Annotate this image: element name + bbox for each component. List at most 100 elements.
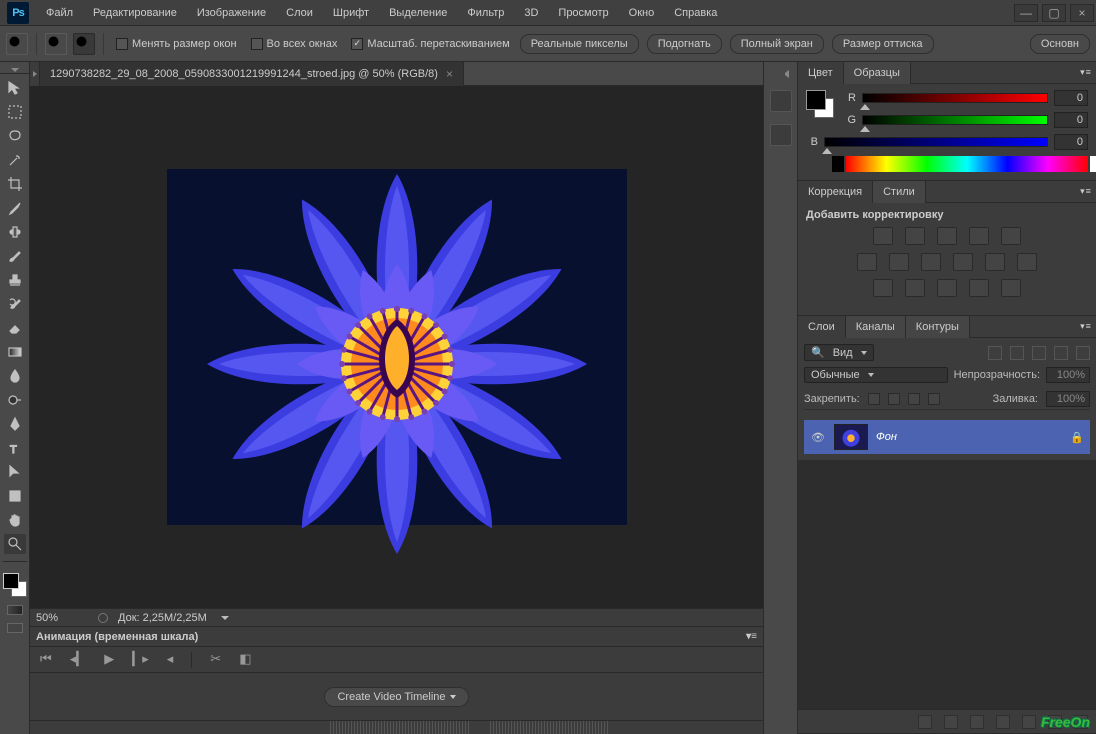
tab-close-icon[interactable]: × [446, 62, 453, 86]
menu-edit[interactable]: Редактирование [83, 0, 187, 26]
layer-thumbnail[interactable] [834, 424, 868, 450]
full-screen-button[interactable]: Полный экран [730, 34, 824, 54]
styles-tab[interactable]: Стили [873, 181, 926, 203]
prev-frame-icon[interactable]: ◂▎ [70, 652, 87, 667]
bw-icon[interactable] [921, 253, 941, 271]
gradient-tool-icon[interactable] [4, 342, 26, 362]
curves-icon[interactable] [937, 227, 957, 245]
workspace-button[interactable]: Основн [1030, 34, 1090, 54]
filter-adj-icon[interactable] [1010, 346, 1024, 360]
status-icon[interactable] [98, 613, 108, 623]
menu-select[interactable]: Выделение [379, 0, 457, 26]
hue-strip[interactable] [846, 156, 1088, 172]
color-swatch-icon[interactable] [806, 90, 834, 118]
actual-pixels-button[interactable]: Реальные пикселы [520, 34, 639, 54]
last-frame-icon[interactable]: ◂ [167, 652, 174, 667]
layer-row[interactable]: 👁 Фон 🔒 [804, 420, 1090, 454]
color-swatches[interactable] [3, 573, 27, 597]
menu-help[interactable]: Справка [664, 0, 727, 26]
panel-menu-icon[interactable]: ▾≡ [1076, 321, 1096, 332]
brightness-icon[interactable] [873, 227, 893, 245]
status-menu-icon[interactable] [221, 616, 229, 620]
text-tool-icon[interactable]: T [4, 438, 26, 458]
healing-tool-icon[interactable] [4, 222, 26, 242]
menu-filter[interactable]: Фильтр [457, 0, 514, 26]
gradmap-icon[interactable] [969, 279, 989, 297]
levels-icon[interactable] [905, 227, 925, 245]
shape-tool-icon[interactable] [4, 486, 26, 506]
lock-pos-icon[interactable] [908, 393, 920, 405]
panel-menu-icon[interactable]: ▾≡ [1076, 186, 1096, 197]
minimize-button[interactable]: — [1014, 4, 1038, 22]
zoom-tool-icon[interactable] [4, 534, 26, 554]
eyedropper-tool-icon[interactable] [4, 198, 26, 218]
zoom-field[interactable]: 50% [36, 612, 88, 624]
layers-tab[interactable]: Слои [798, 316, 846, 338]
document-tab[interactable]: 1290738282_29_08_2008_059083300121999124… [40, 62, 464, 86]
layer-visibility-icon[interactable]: 👁 [810, 429, 826, 445]
colorbalance-icon[interactable] [889, 253, 909, 271]
lock-pixels-icon[interactable] [868, 393, 880, 405]
menu-file[interactable]: Файл [36, 0, 83, 26]
next-frame-icon[interactable]: ▎▸ [132, 652, 149, 667]
panel-collapse-icon[interactable] [785, 70, 795, 78]
g-value[interactable]: 0 [1054, 112, 1088, 128]
mask-icon[interactable] [970, 715, 984, 729]
photofilter-icon[interactable] [953, 253, 973, 271]
selective-icon[interactable] [1001, 279, 1021, 297]
navigator-icon[interactable] [770, 124, 792, 146]
move-tool-icon[interactable] [4, 78, 26, 98]
exposure-icon[interactable] [969, 227, 989, 245]
color-tab[interactable]: Цвет [798, 62, 844, 84]
adjustment-layer-icon[interactable] [996, 715, 1010, 729]
link-icon[interactable] [918, 715, 932, 729]
r-slider[interactable] [862, 93, 1048, 103]
menu-view[interactable]: Просмотр [548, 0, 618, 26]
layer-lock-icon[interactable]: 🔒 [1070, 431, 1084, 444]
cut-icon[interactable]: ✂ [210, 652, 221, 667]
create-video-timeline-button[interactable]: Create Video Timeline [324, 687, 468, 707]
fx-icon[interactable] [944, 715, 958, 729]
hue-icon[interactable] [857, 253, 877, 271]
lock-all-icon[interactable] [928, 393, 940, 405]
scrubby-zoom-checkbox[interactable]: Масштаб. перетаскиванием [347, 38, 513, 50]
blur-tool-icon[interactable] [4, 366, 26, 386]
lock-brush-icon[interactable] [888, 393, 900, 405]
brush-tool-icon[interactable] [4, 246, 26, 266]
first-frame-icon[interactable]: ⏮ [40, 652, 52, 667]
zoom-in-icon[interactable] [45, 33, 67, 55]
filter-smart-icon[interactable] [1076, 346, 1090, 360]
timeline-scrollbar[interactable] [330, 721, 470, 734]
r-value[interactable]: 0 [1054, 90, 1088, 106]
swatches-tab[interactable]: Образцы [844, 62, 911, 84]
screenmode-icon[interactable] [7, 623, 23, 633]
fit-screen-button[interactable]: Подогнать [647, 34, 722, 54]
marquee-tool-icon[interactable] [4, 102, 26, 122]
adjustments-tab[interactable]: Коррекция [798, 181, 873, 203]
g-slider[interactable] [862, 115, 1048, 125]
print-size-button[interactable]: Размер оттиска [832, 34, 934, 54]
app-logo[interactable]: Ps [4, 0, 32, 26]
opacity-value[interactable]: 100% [1046, 367, 1090, 383]
menu-3d[interactable]: 3D [514, 0, 548, 26]
filter-shape-icon[interactable] [1054, 346, 1068, 360]
filter-text-icon[interactable] [1032, 346, 1046, 360]
b-value[interactable]: 0 [1054, 134, 1088, 150]
panel-menu-icon[interactable]: ▾≡ [1076, 67, 1096, 78]
vibrance-icon[interactable] [1001, 227, 1021, 245]
posterize-icon[interactable] [905, 279, 925, 297]
path-select-tool-icon[interactable] [4, 462, 26, 482]
play-icon[interactable]: ▶ [104, 652, 114, 667]
canvas[interactable] [30, 86, 763, 608]
tool-preset-icon[interactable] [6, 33, 28, 55]
channelmix-icon[interactable] [985, 253, 1005, 271]
timeline-menu-icon[interactable]: ▾≡ [746, 631, 757, 642]
history-brush-tool-icon[interactable] [4, 294, 26, 314]
all-windows-checkbox[interactable]: Во всех окнах [247, 38, 342, 50]
quickmask-icon[interactable] [7, 605, 23, 615]
filter-pixel-icon[interactable] [988, 346, 1002, 360]
menu-window[interactable]: Окно [619, 0, 665, 26]
menu-layers[interactable]: Слои [276, 0, 323, 26]
fill-value[interactable]: 100% [1046, 391, 1090, 407]
group-icon[interactable] [1022, 715, 1036, 729]
